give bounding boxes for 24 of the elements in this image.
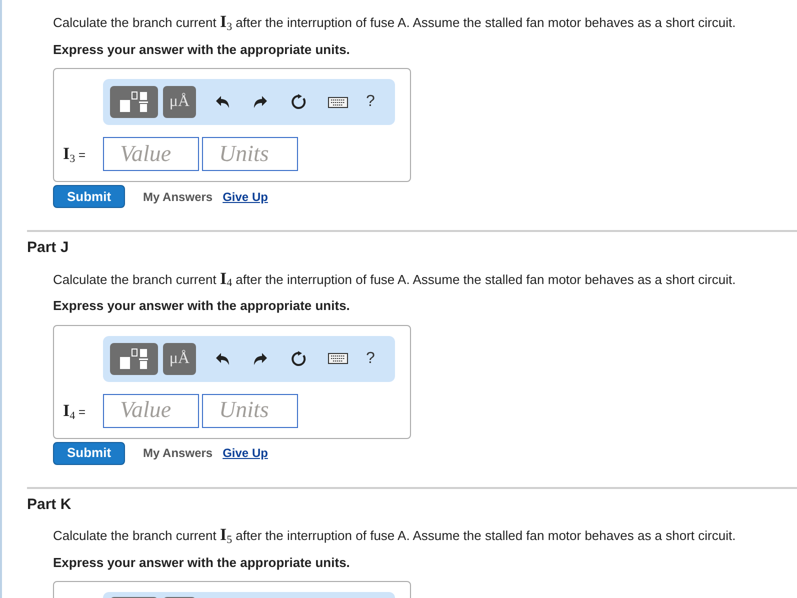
my-answers-link[interactable]: My Answers (143, 444, 213, 462)
variable-label: I$_{3}$ = (62, 143, 86, 167)
my-answers-link[interactable]: My Answers (143, 188, 213, 206)
question-text: Calculate the branch current I$_{3}$ after the interruption of fuse A. Assume the stalled fan motor behaves as a short circuit. (53, 11, 737, 34)
submit-button[interactable]: Submit (53, 442, 125, 464)
instruction-text: Express your answer with the appropriate units. (53, 554, 351, 572)
give-up-link[interactable]: Give Up (222, 188, 268, 206)
instruction-text: Express your answer with the appropriate units. (53, 297, 351, 315)
part-title: Part J (27, 238, 70, 258)
units-field[interactable]: Units (202, 394, 298, 428)
question-text: Calculate the branch current I$_{5}$ after the interruption of fuse A. Assume the stalled fan motor behaves as a short circuit. (53, 524, 737, 548)
help-button[interactable]: ? (366, 346, 375, 370)
units-field[interactable]: Units (202, 137, 298, 171)
value-field[interactable]: Value (103, 394, 199, 428)
value-field[interactable]: Value (103, 137, 199, 171)
give-up-link[interactable]: Give Up (222, 444, 268, 462)
question-text: Calculate the branch current I$_{4}$ after the interruption of fuse A. Assume the stalled fan motor behaves as a short circuit. (53, 268, 737, 291)
help-button[interactable]: ? (366, 90, 375, 114)
part-title: Part K (27, 494, 72, 514)
units-button[interactable]: μÅ (163, 86, 196, 118)
instruction-text: Express your answer with the appropriate units. (53, 40, 351, 59)
submit-button[interactable]: Submit (53, 185, 125, 208)
variable-label: I$_{4}$ = (62, 400, 86, 424)
units-button[interactable]: μÅ (163, 342, 196, 374)
